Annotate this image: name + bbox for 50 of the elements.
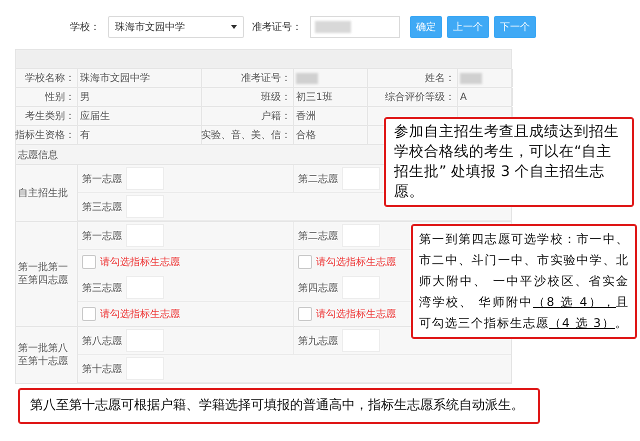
- field-label: 户籍：: [261, 110, 291, 123]
- exam-number-field[interactable]: [310, 16, 400, 38]
- group-label: 第一批第一至第四志愿: [16, 222, 78, 326]
- checkbox-label: 请勾选指标生志愿: [100, 308, 180, 321]
- field-label: 姓名：: [425, 72, 455, 85]
- checkbox-label: 请勾选指标生志愿: [316, 256, 396, 269]
- field-label: 班级：: [261, 90, 291, 104]
- field-label: 学校名称：: [25, 72, 75, 85]
- field-value: 珠海市文园中学: [80, 72, 150, 85]
- field-label: 综合评价等级：: [385, 90, 455, 104]
- choice-label: 第十志愿: [82, 362, 122, 376]
- annotation-callout: 第八至第十志愿可根据户籍、学籍选择可填报的普通高中，指标生志愿系统自动派生。: [18, 388, 540, 424]
- choice-label: 第二志愿: [298, 172, 338, 186]
- checkbox[interactable]: [298, 255, 312, 269]
- field-label: 指标生资格：: [15, 128, 75, 142]
- group-label: 自主招生批: [16, 165, 78, 221]
- field-value: 合格: [296, 128, 316, 142]
- choice-label: 第四志愿: [298, 282, 338, 294]
- field-value: 初三1班: [296, 90, 332, 104]
- nav-button[interactable]: 下一个: [494, 16, 536, 38]
- field-value: 男: [80, 91, 90, 104]
- checkbox-label: 请勾选指标生志愿: [100, 256, 180, 269]
- choice-label: 第八志愿: [82, 334, 122, 348]
- choice-label: 第三志愿: [82, 200, 122, 214]
- caret-icon: [231, 25, 237, 29]
- checkbox[interactable]: [298, 307, 312, 321]
- checkbox[interactable]: [82, 255, 96, 269]
- choice-label: 第三志愿: [82, 282, 122, 294]
- field-value: 香洲: [296, 110, 316, 123]
- nav-button[interactable]: 确定: [410, 16, 442, 38]
- field-label: 性别：: [45, 90, 75, 104]
- annotation-callout: 参加自主招生考查且成绩达到招生学校合格线的考生，可以在“自主招生批” 处填报 3 个自主招生志愿。: [384, 117, 634, 207]
- choice-label: 第一志愿: [82, 172, 122, 186]
- nav-button[interactable]: 上一个: [447, 16, 489, 38]
- exam-number-label: 准考证号：: [252, 20, 302, 34]
- field-label: 准考证号：: [241, 72, 291, 85]
- field-value: A: [460, 92, 467, 102]
- checkbox-label: 请勾选指标生志愿: [316, 308, 396, 321]
- school-select[interactable]: 珠海市文园中学: [108, 16, 244, 38]
- choice-label: 第一志愿: [82, 230, 122, 242]
- choice-label: 第九志愿: [298, 334, 338, 348]
- school-label: 学校：: [70, 20, 100, 34]
- group-label: 第一批第八至第十志愿: [16, 327, 78, 383]
- field-value: 有: [80, 129, 90, 142]
- checkbox[interactable]: [82, 307, 96, 321]
- field-label: 实验、音、美、信：: [201, 128, 291, 142]
- choice-label: 第二志愿: [298, 230, 338, 242]
- field-label: 考生类别：: [25, 110, 75, 123]
- annotation-callout: 第一到第四志愿可选学校：市一中、市二中、斗门一中、市实验中学、北师大附中、 一中平沙校区、省实金湾学校、 华师附中（8 选 4），且可勾选三个指标生志愿（4 选 3）。: [411, 224, 637, 339]
- field-value: 应届生: [80, 110, 110, 123]
